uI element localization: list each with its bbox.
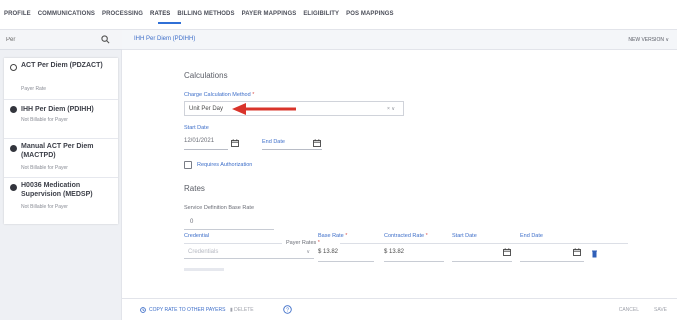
base-rate-input[interactable]: $ 13.82	[318, 249, 338, 255]
rate-card-title: ACT Per Diem (PDZACT)	[21, 62, 103, 69]
save-button[interactable]: SAVE	[654, 307, 667, 313]
base-rate-value: 0	[190, 219, 194, 225]
trash-icon[interactable]	[592, 250, 597, 258]
start-date-label: Start Date	[184, 125, 209, 131]
tab-processing[interactable]: PROCESSING	[102, 11, 143, 17]
contracted-rate-input[interactable]: $ 13.82	[384, 249, 404, 255]
contracted-rate-column-header: Contracted Rate *	[384, 233, 428, 239]
base-rate-column-header-text: Base Rate	[318, 233, 344, 239]
calculations-heading: Calculations	[184, 71, 228, 80]
divider	[340, 243, 628, 244]
row-start-date-input[interactable]	[452, 261, 512, 262]
charge-method-label: Charge Calculation Method *	[184, 92, 254, 98]
radio-filled-icon	[10, 184, 17, 191]
tab-billing-methods[interactable]: BILLING METHODS	[177, 11, 234, 17]
charge-method-value: Unit Per Day	[189, 106, 224, 112]
clear-dropdown-icon[interactable]: × ∨	[387, 106, 395, 112]
credential-select[interactable]: Credentials ∨	[184, 246, 314, 259]
required-marker: *	[425, 233, 428, 239]
help-icon[interactable]: ?	[283, 305, 292, 314]
rate-card-subtitle: Payer Rate	[21, 86, 47, 92]
requires-authorization-label: Requires Authorization	[197, 162, 253, 168]
requires-authorization-checkbox[interactable]	[184, 161, 192, 169]
cancel-button[interactable]: CANCEL	[619, 307, 639, 313]
new-version-button[interactable]: NEW VERSION ∨	[628, 37, 669, 43]
start-date-column-header: Start Date	[452, 233, 477, 239]
rate-card-medsp[interactable]: H0036 Medication Supervision (MEDSP) Not…	[4, 178, 118, 224]
calendar-icon[interactable]	[313, 139, 321, 147]
credential-column-header: Credential	[184, 233, 210, 239]
copy-rate-label: COPY RATE TO OTHER PAYERS	[149, 307, 226, 313]
tab-payer-mappings[interactable]: PAYER MAPPINGS	[242, 11, 297, 17]
base-rate-column-header: Base Rate *	[318, 233, 347, 239]
rate-card-title: IHH Per Diem (PDIHH)	[21, 106, 94, 113]
top-tab-bar: PROFILE COMMUNICATIONS PROCESSING RATES …	[0, 0, 677, 30]
faded-text-placeholder	[184, 268, 224, 271]
chevron-down-icon: ∨	[306, 249, 310, 255]
radio-filled-icon	[10, 106, 17, 113]
required-marker: *	[252, 92, 255, 98]
rate-card-mactpd[interactable]: Manual ACT Per Diem (MACTPD) Not Billabl…	[4, 139, 118, 178]
required-marker: *	[317, 240, 320, 246]
tab-pos-mappings[interactable]: POS MAPPINGS	[346, 11, 394, 17]
rate-card-title: Manual ACT Per Diem (MACTPD)	[21, 143, 94, 159]
radio-filled-icon	[10, 145, 17, 152]
contracted-rate-underline	[384, 261, 444, 262]
action-bar: COPY RATE TO OTHER PAYERS ▮ DELETE ? CAN…	[122, 298, 677, 320]
copy-icon	[140, 307, 146, 313]
rate-header: IHH Per Diem (PDIHH) NEW VERSION ∨	[122, 30, 677, 50]
required-marker: *	[345, 233, 348, 239]
svg-text:?: ?	[286, 307, 289, 313]
rate-card-pdihh[interactable]: IHH Per Diem (PDIHH) Not Billable for Pa…	[4, 100, 118, 139]
start-date-input[interactable]: 12/01/2021	[184, 138, 228, 150]
rate-card-pdzact[interactable]: ACT Per Diem (PDZACT) Payer Rate	[4, 58, 118, 100]
rate-card-subtitle: Not Billable for Payer	[21, 204, 68, 210]
calendar-icon[interactable]	[231, 139, 239, 147]
copy-rate-button[interactable]: COPY RATE TO OTHER PAYERS	[140, 307, 225, 313]
row-end-date-input[interactable]	[520, 261, 584, 262]
end-date-column-header: End Date	[520, 233, 543, 239]
tab-communications[interactable]: COMMUNICATIONS	[38, 11, 95, 17]
contracted-rate-column-header-text: Contracted Rate	[384, 233, 425, 239]
annotation-arrow-icon	[232, 103, 296, 115]
tab-rates[interactable]: RATES	[150, 11, 170, 17]
tab-profile[interactable]: PROFILE	[4, 11, 31, 17]
search-input[interactable]	[6, 34, 96, 46]
rate-header-title: IHH Per Diem (PDIHH)	[134, 36, 196, 42]
rate-card-title: H0036 Medication Supervision (MEDSP)	[21, 182, 93, 198]
base-rate-underline	[318, 261, 374, 262]
calendar-icon[interactable]	[573, 248, 581, 256]
radio-outline-icon	[10, 64, 17, 71]
active-tab-indicator	[158, 22, 181, 24]
calendar-icon[interactable]	[503, 248, 511, 256]
rate-card-subtitle: Not Billable for Payer	[21, 117, 68, 123]
base-rate-label: Service Definition Base Rate	[184, 205, 255, 211]
charge-method-label-text: Charge Calculation Method	[184, 92, 251, 98]
rates-heading: Rates	[184, 184, 205, 193]
delete-label: DELETE	[234, 307, 254, 313]
tab-eligibility[interactable]: ELIGIBILITY	[303, 11, 339, 17]
rates-search	[0, 30, 122, 50]
tab-list: PROFILE COMMUNICATIONS PROCESSING RATES …	[4, 11, 394, 17]
rates-list-panel: ACT Per Diem (PDZACT) Payer Rate IHH Per…	[0, 30, 122, 320]
divider	[184, 243, 282, 244]
base-rate-underline	[184, 229, 274, 230]
search-icon[interactable]	[101, 35, 110, 44]
credential-placeholder: Credentials	[188, 249, 219, 255]
delete-button[interactable]: ▮ DELETE	[230, 307, 254, 313]
rate-card-subtitle: Not Billable for Payer	[21, 165, 68, 171]
rate-card-list: ACT Per Diem (PDZACT) Payer Rate IHH Per…	[4, 58, 118, 224]
